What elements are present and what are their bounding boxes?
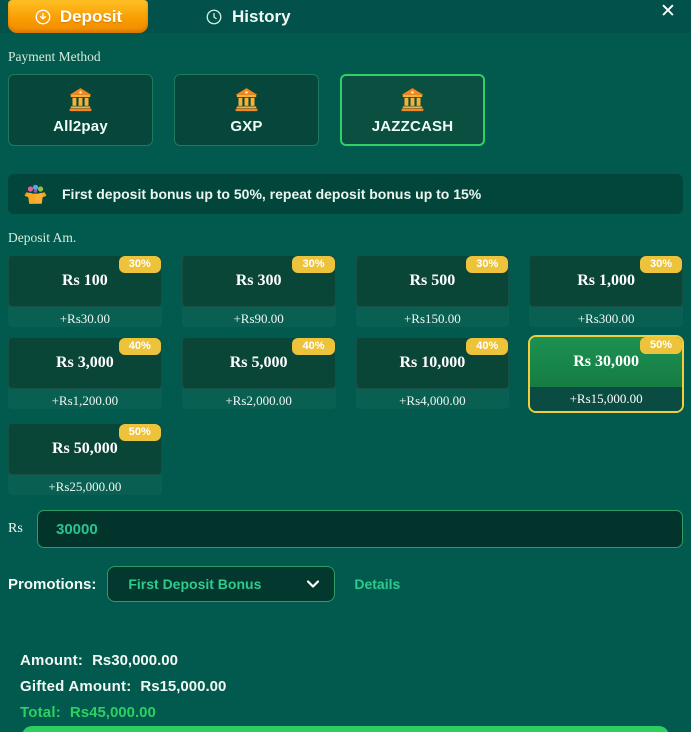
payment-method-name: GXP [230, 117, 263, 135]
payment-method-name: All2pay [53, 117, 108, 135]
payment-method-label: Payment Method [8, 49, 101, 64]
bonus-badge: 30% [292, 256, 335, 273]
amount-option-30000[interactable]: 50% Rs 30,000 +Rs15,000.00 [528, 335, 684, 413]
tab-deposit-label: Deposit [59, 6, 123, 26]
amount-bonus: +Rs4,000.00 [399, 393, 466, 408]
clock-icon [205, 8, 223, 26]
tab-deposit[interactable]: Deposit [8, 0, 148, 33]
promotions-select[interactable]: First Deposit Bonus [107, 566, 336, 602]
summary-label: Total: [20, 704, 61, 721]
deposit-amount-grid: 30% Rs 100 +Rs30.00 30% Rs 300 +Rs90.00 … [8, 255, 684, 495]
amount-option-100[interactable]: 30% Rs 100 +Rs30.00 [8, 255, 162, 327]
bonus-badge: 40% [466, 338, 509, 355]
amount-label: Rs 30,000 [573, 353, 640, 370]
amount-option-10000[interactable]: 40% Rs 10,000 +Rs4,000.00 [355, 337, 510, 409]
amount-label: Rs 5,000 [229, 354, 288, 371]
amount-bonus: +Rs30.00 [59, 311, 111, 326]
bonus-badge: 30% [466, 256, 509, 273]
amount-option-500[interactable]: 30% Rs 500 +Rs150.00 [355, 255, 510, 327]
amount-label: Rs 3,000 [55, 354, 114, 371]
bank-icon [233, 86, 260, 113]
amount-label: Rs 500 [409, 272, 456, 289]
promotions-selected-option: First Deposit Bonus [128, 576, 262, 592]
amount-bonus: +Rs25,000.00 [48, 479, 122, 494]
amount-label: Rs 50,000 [51, 440, 118, 457]
amount-bonus: +Rs2,000.00 [225, 393, 292, 408]
bonus-banner-text: First deposit bonus up to 50%, repeat de… [62, 186, 482, 202]
dialog-header: Deposit History ✕ [0, 0, 691, 33]
summary-gifted-row: Gifted Amount: Rs15,000.00 [20, 674, 691, 700]
summary-value: Rs30,000.00 [92, 652, 178, 669]
amount-bonus: +Rs300.00 [577, 311, 635, 326]
amount-bonus: +Rs150.00 [403, 311, 461, 326]
close-icon[interactable]: ✕ [656, 0, 680, 24]
bonus-badge: 30% [639, 256, 682, 273]
amount-option-300[interactable]: 30% Rs 300 +Rs90.00 [181, 255, 336, 327]
bonus-badge: 40% [292, 338, 335, 355]
amount-label: Rs 1,000 [577, 272, 636, 289]
summary-label: Amount: [20, 652, 84, 669]
summary-total-row: Total: Rs45,000.00 [20, 700, 691, 726]
amount-label: Rs 300 [235, 272, 282, 289]
amount-label: Rs 100 [61, 272, 108, 289]
deposit-amount-label: Deposit Am. [8, 230, 77, 245]
download-circle-icon [34, 8, 52, 26]
bank-icon [67, 86, 94, 113]
payment-method-all2pay[interactable]: All2pay [8, 74, 153, 146]
confirm-deposit-button[interactable] [22, 726, 669, 732]
bonus-badge: 40% [118, 338, 161, 355]
amount-option-3000[interactable]: 40% Rs 3,000 +Rs1,200.00 [8, 337, 162, 409]
amount-option-50000[interactable]: 50% Rs 50,000 +Rs25,000.00 [8, 423, 162, 495]
tab-history-label: History [232, 6, 291, 26]
chevron-down-icon [306, 579, 320, 589]
summary-amount-row: Amount: Rs30,000.00 [20, 648, 691, 674]
amount-option-5000[interactable]: 40% Rs 5,000 +Rs2,000.00 [181, 337, 336, 409]
tab-history[interactable]: History [205, 0, 291, 33]
amount-bonus: +Rs15,000.00 [530, 387, 682, 411]
amount-option-1000[interactable]: 30% Rs 1,000 +Rs300.00 [529, 255, 683, 327]
summary: Amount: Rs30,000.00 Gifted Amount: Rs15,00… [20, 648, 691, 726]
promotions-row: Promotions: First Deposit Bonus Details [8, 566, 683, 602]
bonus-badge: 30% [118, 256, 161, 273]
payment-method-gxp[interactable]: GXP [174, 74, 319, 146]
amount-input[interactable] [37, 510, 683, 548]
bank-icon [399, 86, 426, 113]
gift-box-icon [22, 181, 49, 208]
summary-value: Rs45,000.00 [69, 704, 156, 721]
summary-value: Rs15,000.00 [140, 678, 227, 695]
amount-bonus: +Rs1,200.00 [51, 393, 119, 408]
bonus-badge: 50% [118, 424, 161, 441]
currency-label: Rs [8, 521, 23, 536]
payment-method-name: JAZZCASH [371, 117, 454, 135]
deposit-dialog: Deposit History ✕ Payment Method All2pay… [0, 0, 691, 732]
details-link[interactable]: Details [354, 576, 400, 592]
bonus-banner: First deposit bonus up to 50%, repeat de… [8, 174, 683, 214]
promotions-label: Promotions: [8, 575, 97, 593]
summary-label: Gifted Amount: [20, 678, 132, 695]
amount-input-row: Rs [8, 510, 683, 548]
amount-bonus: +Rs90.00 [233, 311, 284, 326]
payment-method-jazzcash[interactable]: JAZZCASH [340, 74, 485, 146]
bonus-badge: 50% [639, 337, 682, 354]
payment-method-list: All2pay GXP JAZZCASH [8, 74, 683, 146]
amount-label: Rs 10,000 [399, 354, 466, 371]
